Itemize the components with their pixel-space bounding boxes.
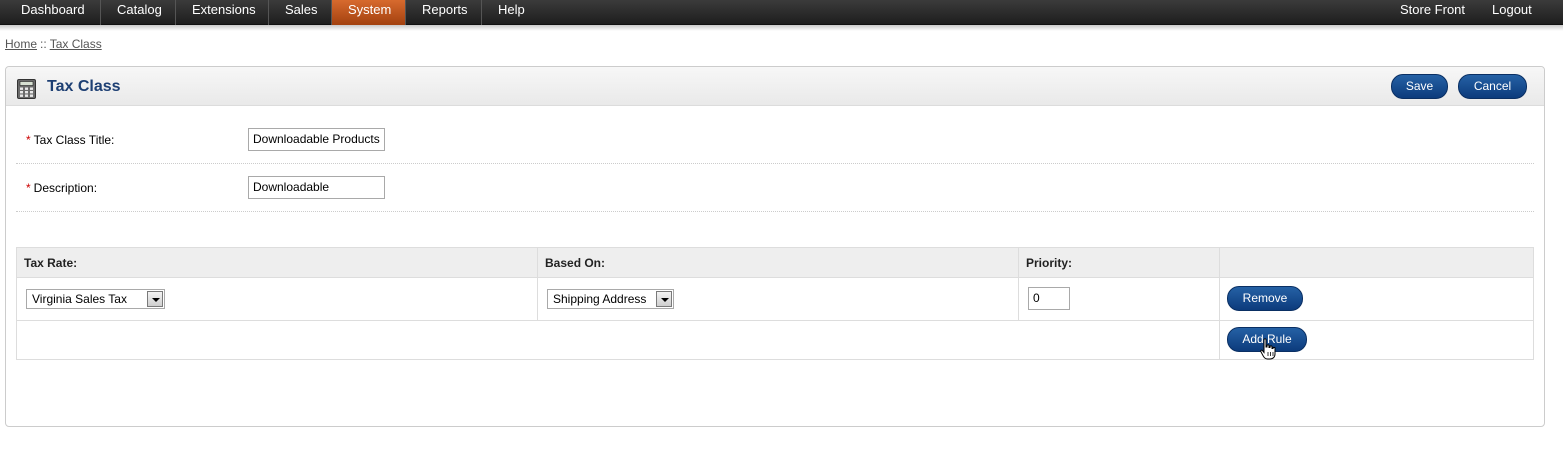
based-on-select[interactable]: Shipping Address xyxy=(547,289,674,309)
required-mark: * xyxy=(26,133,31,147)
description-label-text: Description: xyxy=(33,181,98,195)
breadcrumb: Home:: Tax Class xyxy=(5,37,102,51)
priority-input[interactable]: 0 xyxy=(1028,287,1070,310)
breadcrumb-current[interactable]: Tax Class xyxy=(50,37,102,51)
menu-shadow xyxy=(0,25,1563,31)
breadcrumb-home[interactable]: Home xyxy=(5,37,37,51)
dropdown-arrow-icon[interactable] xyxy=(147,291,163,307)
logout-link[interactable]: Logout xyxy=(1492,0,1532,25)
based-on-value: Shipping Address xyxy=(553,292,647,306)
header-based-on: Based On: xyxy=(545,256,606,270)
hand-cursor-icon xyxy=(1260,338,1276,360)
table-header xyxy=(17,248,1533,278)
header-tax-rate: Tax Rate: xyxy=(24,256,78,270)
description-label: * Description: xyxy=(26,181,97,195)
breadcrumb-separator: :: xyxy=(40,37,47,51)
tax-rate-value: Virginia Sales Tax xyxy=(32,292,127,306)
menu-help[interactable]: Help xyxy=(481,0,541,25)
header-priority: Priority: xyxy=(1026,256,1073,270)
tax-class-title-label-text: Tax Class Title: xyxy=(33,133,115,147)
panel-header: Tax Class Save Cancel xyxy=(6,67,1544,106)
dropdown-arrow-icon[interactable] xyxy=(656,291,672,307)
calculator-icon xyxy=(17,79,36,99)
menu-dashboard[interactable]: Dashboard xyxy=(5,0,101,25)
menu-system[interactable]: System xyxy=(331,0,405,25)
description-input[interactable]: Downloadable xyxy=(248,176,385,199)
page-title: Tax Class xyxy=(47,78,121,95)
row-divider xyxy=(16,211,1534,212)
row-divider xyxy=(16,163,1534,164)
required-mark: * xyxy=(26,181,31,195)
top-menu: Dashboard Catalog Extensions Sales Syste… xyxy=(0,0,1563,25)
tax-class-title-input[interactable]: Downloadable Products xyxy=(248,128,385,151)
cancel-button[interactable]: Cancel xyxy=(1458,74,1527,99)
column-divider xyxy=(537,248,538,320)
tax-rules-table: Tax Rate: Based On: Priority: Virginia S… xyxy=(16,247,1534,360)
save-button[interactable]: Save xyxy=(1391,74,1448,99)
tax-rate-select[interactable]: Virginia Sales Tax xyxy=(26,289,165,309)
column-divider xyxy=(1018,248,1019,320)
menu-catalog[interactable]: Catalog xyxy=(100,0,178,25)
menu-reports[interactable]: Reports xyxy=(405,0,484,25)
menu-sales[interactable]: Sales xyxy=(268,0,334,25)
tax-class-title-label: * Tax Class Title: xyxy=(26,133,114,147)
remove-button[interactable]: Remove xyxy=(1227,286,1303,311)
column-divider xyxy=(1219,248,1220,359)
store-front-link[interactable]: Store Front xyxy=(1400,0,1465,25)
row-divider xyxy=(17,320,1533,321)
menu-extensions[interactable]: Extensions xyxy=(175,0,272,25)
